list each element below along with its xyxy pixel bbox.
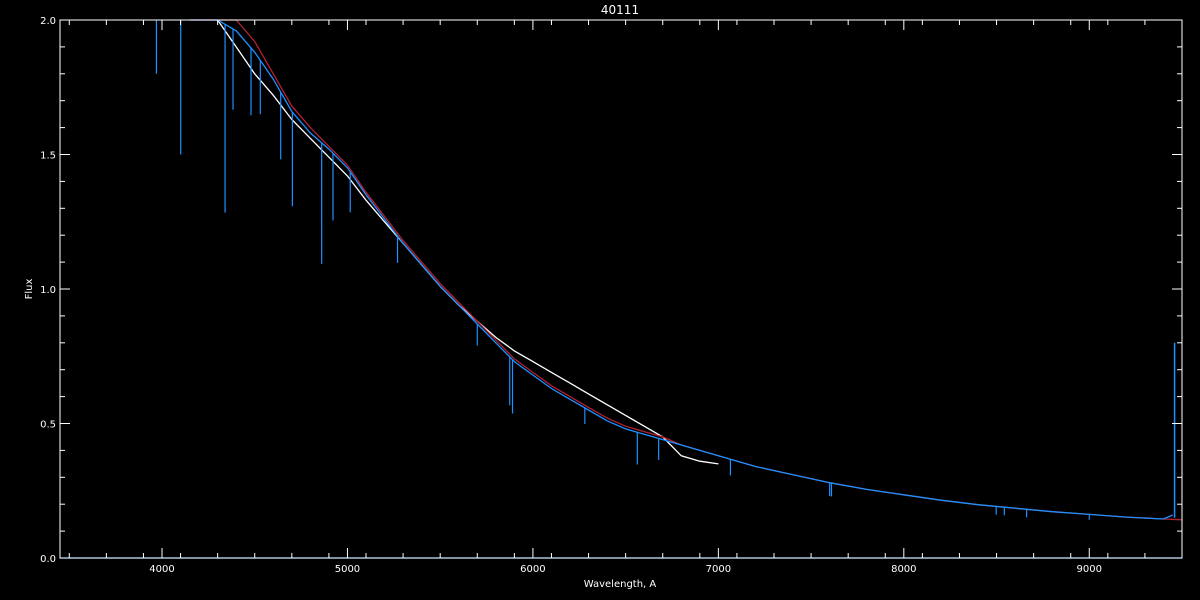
x-axis-label: Wavelength, A <box>584 579 657 590</box>
x-tick-label: 7000 <box>706 564 731 575</box>
chart-title: 40111 <box>601 3 639 17</box>
x-tick-label: 4000 <box>149 564 174 575</box>
y-tick-label: 0.5 <box>40 420 56 431</box>
chart-background <box>0 0 1200 600</box>
x-tick-label: 8000 <box>891 564 916 575</box>
x-tick-label: 6000 <box>520 564 545 575</box>
y-tick-label: 2.0 <box>40 16 56 27</box>
y-tick-label: 1.5 <box>40 151 56 162</box>
x-tick-label: 5000 <box>335 564 360 575</box>
spectrum-chart: 4000 5000 6000 7000 8000 90000.00.51.01.52.0 … <box>0 0 1200 600</box>
y-axis-label: Flux <box>24 279 35 300</box>
y-tick-label: 1.0 <box>40 285 56 296</box>
x-tick-label: 9000 <box>1077 564 1102 575</box>
y-tick-label: 0.0 <box>40 554 56 565</box>
